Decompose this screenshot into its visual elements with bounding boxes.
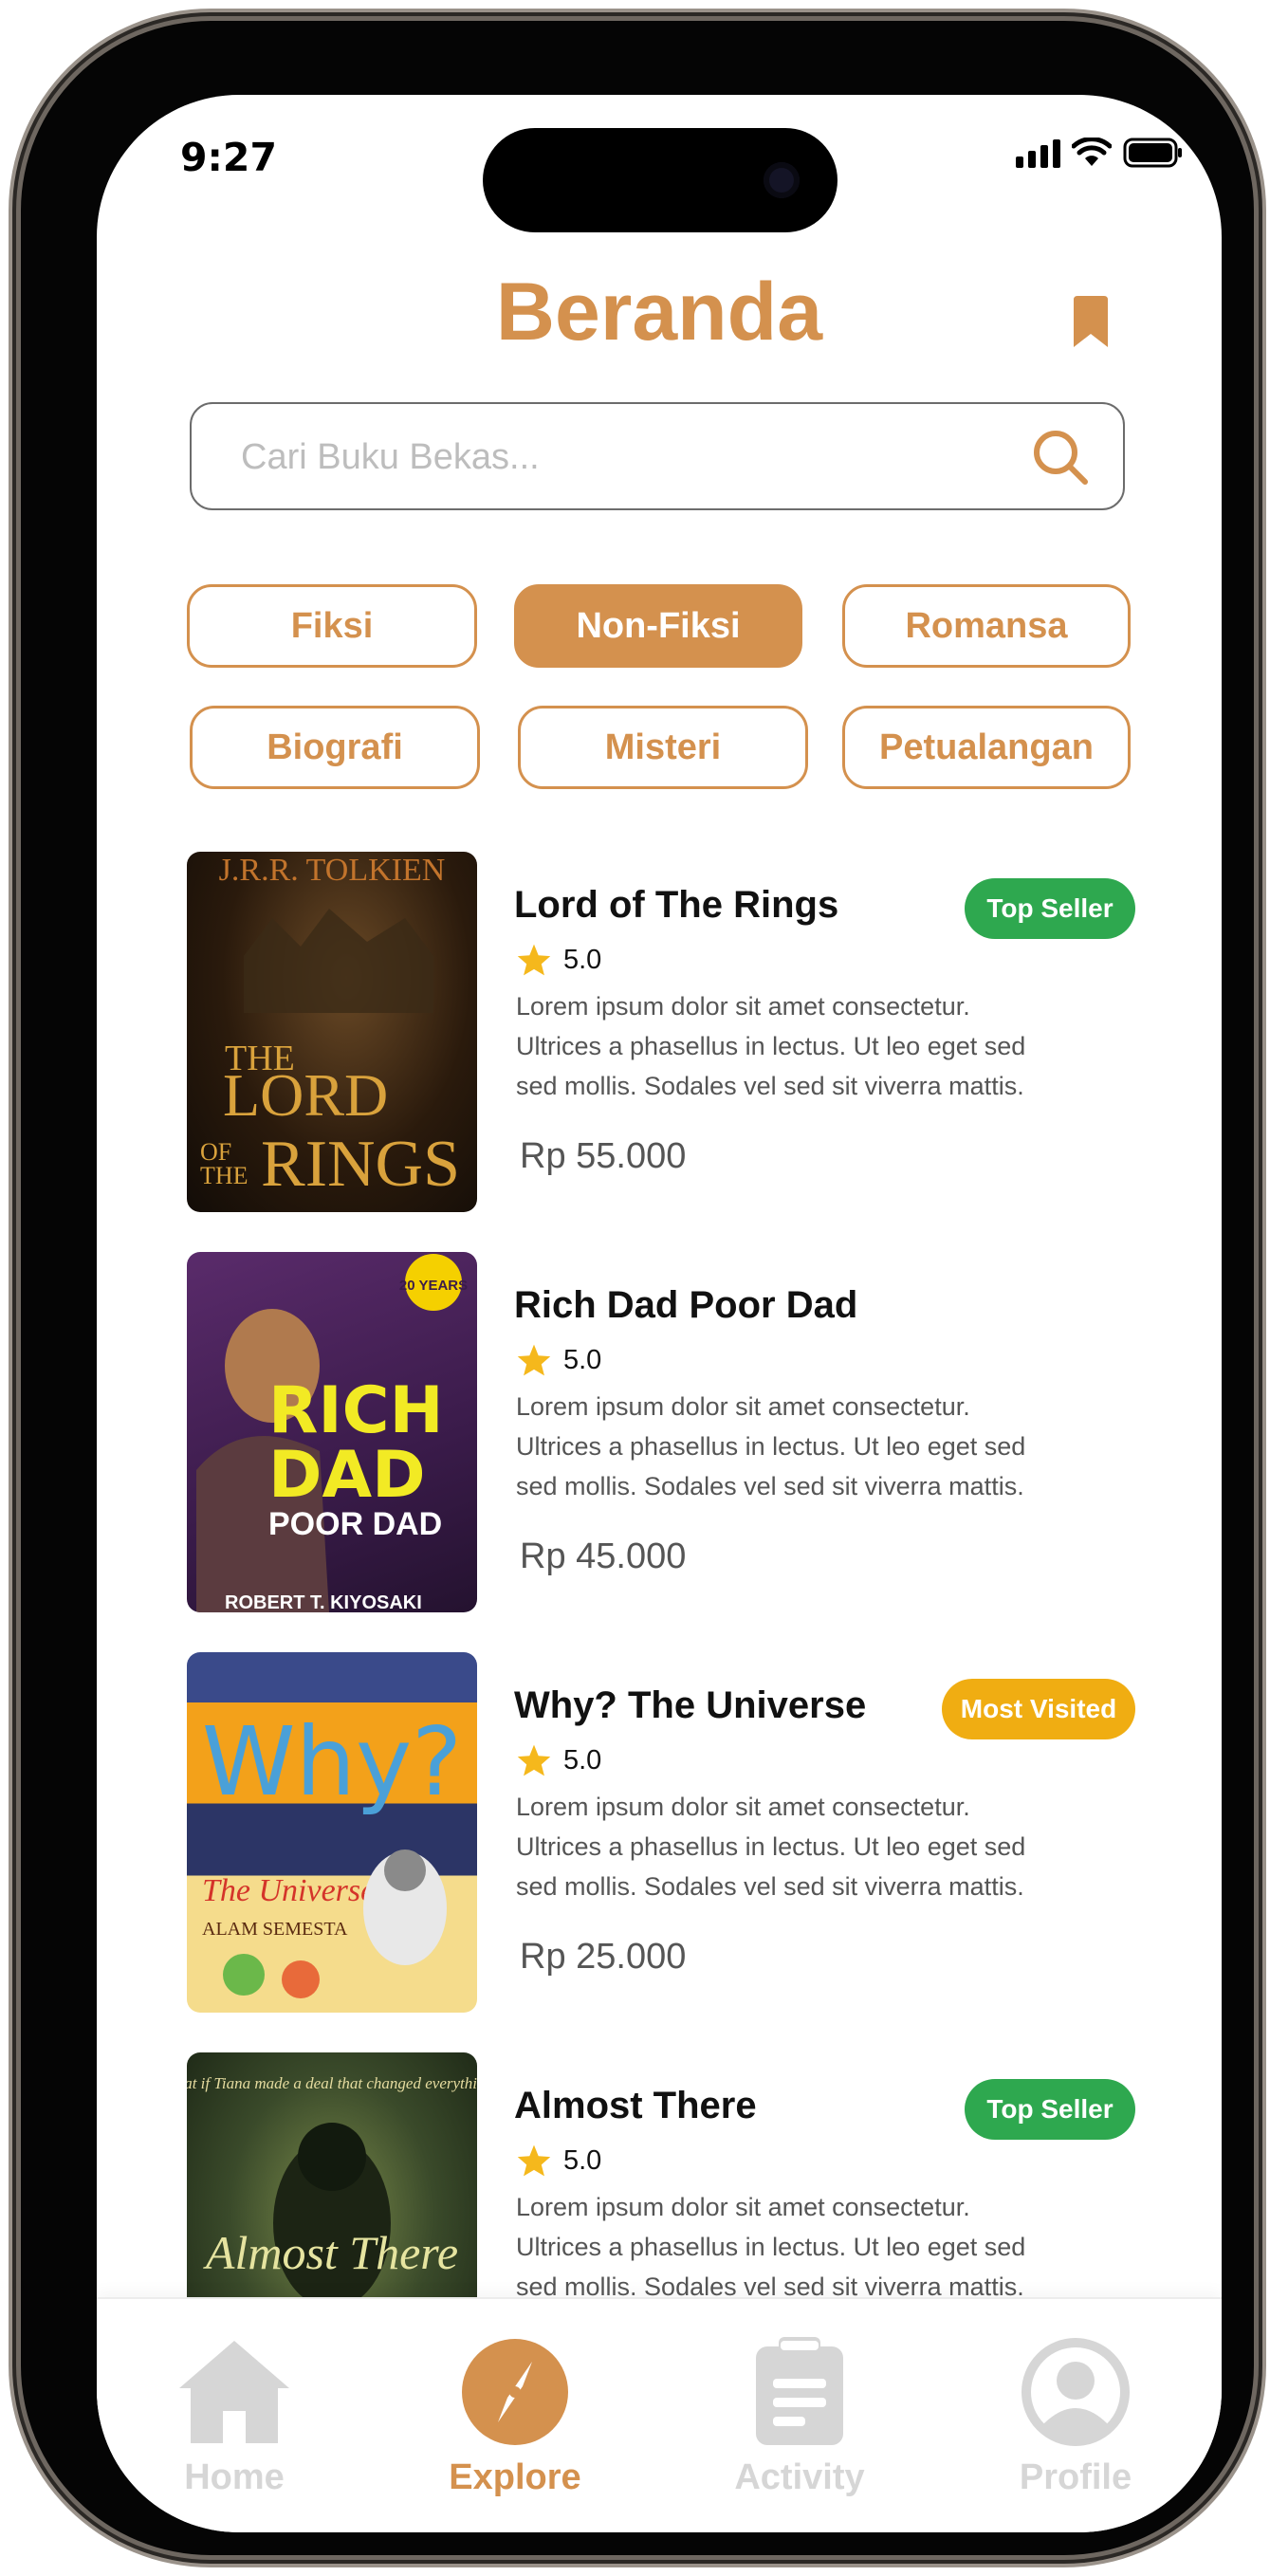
tab-activity-label: Activity [734,2457,865,2497]
wifi-icon [1072,138,1112,166]
status-icons [1016,138,1184,168]
book-price: Rp 55.000 [520,1136,687,1176]
bottom-tab-bar: Home Explore Activity Profile [97,2297,1222,2532]
dynamic-island [483,128,837,232]
cover-art: 20 YEARS RICH DAD POOR DAD ROBERT T. KIY… [196,1254,468,1612]
book-description: Lorem ipsum dolor sit amet consectetur. … [516,1392,1026,1500]
cover-art: J.R.R. TOLKIEN THE LORD OF THE RINGS [200,853,460,1201]
svg-text:THE: THE [200,1162,248,1189]
category-chip-biografi[interactable]: Biografi [190,706,480,789]
status-time: 9:27 [180,135,277,180]
svg-text:LORD: LORD [223,1061,388,1129]
rating: 5.0 [516,2144,601,2178]
profile-icon [1022,2338,1130,2446]
book-title: Why? The Universe [514,1684,867,1726]
tab-explore[interactable]: Explore [411,2337,619,2498]
bookmark-icon[interactable] [1070,296,1112,349]
book-card[interactable]: 20 YEARS RICH DAD POOR DAD ROBERT T. KIY… [187,1252,1135,1612]
tab-home[interactable]: Home [130,2337,339,2498]
book-cover-image: Why? The Universe ALAM SEMESTA [187,1652,477,2013]
book-cover-image: J.R.R. TOLKIEN THE LORD OF THE RINGS [187,852,477,1212]
rating-value: 5.0 [563,2144,602,2176]
most-visited-badge: Most Visited [942,1679,1135,1739]
book-price: Rp 45.000 [520,1536,687,1576]
rating-value: 5.0 [563,944,602,975]
category-chip-romansa[interactable]: Romansa [842,584,1131,668]
search-bar[interactable] [190,402,1125,510]
top-seller-badge: Top Seller [965,878,1135,939]
svg-text:DAD: DAD [268,1438,426,1513]
rating: 5.0 [516,1743,601,1777]
book-cover-image: 20 YEARS RICH DAD POOR DAD ROBERT T. KIY… [187,1252,477,1612]
clipboard-icon [756,2337,843,2445]
tab-activity[interactable]: Activity [695,2337,904,2498]
battery-icon [1123,138,1182,168]
cover-author: ALAM SEMESTA [202,1919,348,1940]
cover-badge-text: 20 YEARS [399,1278,468,1294]
page-title: Beranda [495,267,823,358]
cover-art: Why? The Universe ALAM SEMESTA [202,1706,463,1998]
book-description: Lorem ipsum dolor sit amet consectetur. … [516,992,1026,1100]
tab-home-label: Home [184,2457,285,2497]
svg-text:RINGS: RINGS [261,1128,460,1201]
category-chip-petualangan[interactable]: Petualangan [842,706,1131,789]
star-icon [517,1744,551,1776]
star-icon [517,2144,551,2177]
book-title: Rich Dad Poor Dad [514,1284,858,1326]
book-title: Almost There [514,2085,757,2126]
book-card[interactable]: J.R.R. TOLKIEN THE LORD OF THE RINGS Lor… [187,852,1135,1212]
cellular-signal-icon [1016,139,1060,168]
phone-screen: 9:27 Beranda Cari Buku Bekas... Fiksi No… [97,95,1222,2532]
top-seller-badge: Top Seller [965,2079,1135,2140]
cover-author: J.R.R. TOLKIEN [219,853,446,888]
category-chip-fiksi[interactable]: Fiksi [187,584,477,668]
star-icon [517,944,551,976]
cover-subtitle: POOR DAD [268,1506,442,1542]
category-chip-non-fiksi[interactable]: Non-Fiksi [514,584,802,668]
tab-explore-label: Explore [449,2457,581,2497]
cover-subtitle: The Universe [202,1873,375,1908]
book-price: Rp 25.000 [520,1937,687,1977]
compass-icon [462,2339,568,2445]
search-icon[interactable] [1030,427,1091,488]
search-input[interactable] [241,431,1000,484]
tab-profile-label: Profile [1019,2457,1132,2497]
cover-author: ROBERT T. KIYOSAKI [225,1592,422,1612]
cover-title: Almost There [203,2226,458,2279]
book-title: Lord of The Rings [514,884,839,926]
camera-icon [764,162,800,198]
tab-profile[interactable]: Profile [971,2337,1180,2498]
category-chip-misteri[interactable]: Misteri [518,706,808,789]
phone-frame: 9:27 Beranda Cari Buku Bekas... Fiksi No… [21,21,1254,2555]
book-card[interactable]: Why? The Universe ALAM SEMESTA Why? The … [187,1652,1135,2013]
rating-value: 5.0 [563,1344,602,1375]
book-description: Lorem ipsum dolor sit amet consectetur. … [516,2193,1026,2301]
rating: 5.0 [516,943,601,977]
cover-title: Why? [202,1706,463,1817]
home-icon [179,2341,289,2443]
rating-value: 5.0 [563,1744,602,1776]
rating: 5.0 [516,1343,601,1377]
book-description: Lorem ipsum dolor sit amet consectetur. … [516,1793,1026,1901]
cover-tagline: What if Tiana made a deal that changed e… [187,2074,477,2092]
star-icon [517,1344,551,1376]
